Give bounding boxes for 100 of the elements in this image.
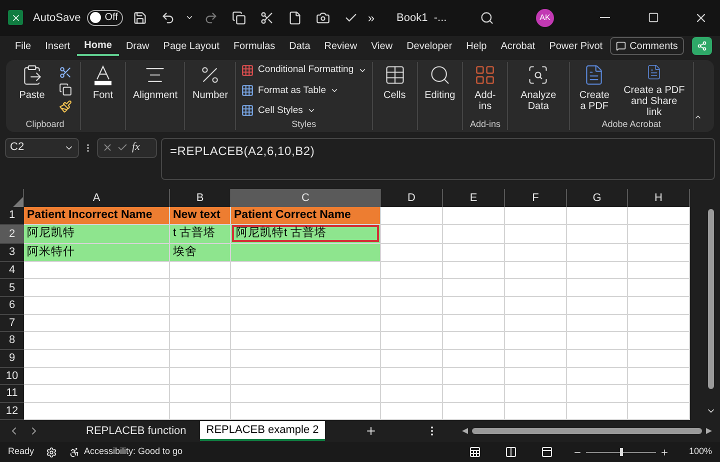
share-button[interactable] bbox=[692, 37, 712, 56]
menu-tab[interactable]: File bbox=[8, 36, 38, 56]
file-icon bbox=[288, 10, 302, 25]
table-format-icon bbox=[241, 64, 254, 77]
menu-tab[interactable]: Help bbox=[459, 36, 494, 56]
row-header[interactable]: 10 bbox=[0, 368, 24, 386]
ribbon-group-label: Add-ins bbox=[468, 118, 502, 130]
camera-icon bbox=[316, 10, 330, 25]
magnifier-icon bbox=[428, 64, 451, 86]
menu-tab[interactable]: Home bbox=[77, 36, 119, 56]
menu-tab[interactable]: Developer bbox=[400, 36, 460, 56]
menu-tab[interactable]: Insert bbox=[38, 36, 78, 56]
ribbon-button[interactable]: Paste bbox=[15, 62, 49, 118]
zoom-in-icon[interactable] bbox=[660, 448, 669, 457]
ribbon-button[interactable]: Conditional Formatting bbox=[241, 63, 367, 78]
macro-settings-icon[interactable] bbox=[46, 446, 58, 458]
table-cell: 阿尼凯特 bbox=[24, 225, 170, 244]
row-header[interactable]: 1 bbox=[0, 207, 24, 226]
ribbon-button[interactable]: Alignment bbox=[131, 62, 180, 118]
menu-tab[interactable]: Acrobat bbox=[494, 36, 542, 56]
app-logo-icon bbox=[8, 10, 23, 26]
table-cell: Patient Incorrect Name bbox=[24, 207, 170, 226]
menu-tab[interactable]: Power Pivot bbox=[542, 36, 610, 56]
selected-cell[interactable]: 阿尼凯特t 古普塔 bbox=[232, 225, 379, 242]
ribbon-button[interactable]: Cells bbox=[378, 62, 412, 118]
table-format-icon bbox=[241, 84, 254, 98]
cancel-icon[interactable] bbox=[102, 142, 113, 154]
paste-icon bbox=[21, 64, 43, 86]
scissors-icon bbox=[260, 10, 274, 25]
normal-view-icon[interactable] bbox=[468, 446, 481, 458]
zoom-reading: 100% bbox=[688, 445, 712, 458]
ribbon-group-label: Adobe Acrobat bbox=[600, 118, 662, 130]
column-header[interactable]: C bbox=[231, 189, 381, 208]
autosave-label: AutoSave bbox=[33, 10, 81, 26]
table-cell: 埃舍 bbox=[170, 244, 231, 262]
row-header[interactable]: 7 bbox=[0, 314, 24, 332]
ribbon-button[interactable]: Format as Table bbox=[241, 84, 367, 98]
overflow-button[interactable]: » bbox=[368, 8, 375, 27]
comment-icon bbox=[616, 41, 626, 52]
menu-tab[interactable]: Draw bbox=[118, 36, 156, 56]
copy-icon bbox=[232, 10, 246, 25]
chart-magnifier-icon bbox=[527, 64, 550, 86]
autosave-toggle[interactable]: Off bbox=[86, 10, 123, 26]
row-header[interactable]: 8 bbox=[0, 332, 24, 350]
formula-field[interactable]: =REPLACEB(A2,6,10,B2) bbox=[161, 138, 715, 180]
page-layout-icon[interactable] bbox=[504, 446, 517, 458]
status-text: Ready bbox=[8, 445, 34, 458]
copy-icon bbox=[58, 83, 72, 96]
search-icon bbox=[480, 10, 494, 25]
maximize-icon bbox=[648, 12, 658, 24]
window-title: Book1 -... bbox=[396, 10, 447, 26]
menu-tab[interactable]: View bbox=[364, 36, 400, 56]
page-break-icon[interactable] bbox=[540, 446, 553, 458]
minimize-icon bbox=[600, 17, 610, 18]
table-cell: 阿米特什 bbox=[24, 244, 170, 262]
comments-button[interactable]: Comments bbox=[610, 37, 684, 56]
ribbon-button[interactable]: Number bbox=[190, 62, 230, 118]
name-box[interactable]: C2 bbox=[5, 138, 79, 158]
table-cell: Patient Correct Name bbox=[231, 207, 381, 226]
menu-tab[interactable]: Review bbox=[317, 36, 364, 56]
ribbon-button[interactable]: Create a PDF bbox=[574, 62, 614, 118]
ribbon-button[interactable]: Create a PDF and Share link bbox=[620, 62, 688, 118]
ribbon-button[interactable]: Add-ins bbox=[468, 62, 502, 118]
ribbon-button[interactable]: Editing bbox=[422, 62, 458, 118]
table-cell: New text bbox=[170, 207, 231, 226]
scroll-right-icon[interactable] bbox=[706, 428, 712, 434]
sheet-tab[interactable]: REPLACEB function bbox=[80, 421, 192, 442]
menu-tab[interactable]: Page Layout bbox=[156, 36, 226, 56]
accessibility-status[interactable]: Accessibility: Good to go bbox=[69, 445, 183, 459]
ribbon-button[interactable]: Analyze Data bbox=[513, 62, 564, 118]
redo-icon bbox=[204, 10, 218, 25]
table-format-icon bbox=[241, 104, 254, 118]
table-cell: t 古普塔 bbox=[170, 225, 231, 244]
function-button[interactable]: fx bbox=[132, 139, 140, 156]
scroll-left-icon[interactable] bbox=[462, 428, 468, 434]
ribbon-button[interactable]: Font bbox=[86, 62, 120, 118]
grid-squares-icon bbox=[474, 64, 496, 86]
ribbon-group-label: Styles bbox=[290, 118, 318, 130]
ribbon-group-label: Clipboard bbox=[24, 118, 66, 130]
add-sheet-icon[interactable] bbox=[364, 425, 377, 438]
zoom-thumb[interactable] bbox=[620, 448, 623, 456]
row-header[interactable]: 2 bbox=[0, 225, 24, 244]
row-header[interactable]: 11 bbox=[0, 385, 24, 403]
user-avatar[interactable]: AK bbox=[536, 8, 554, 27]
scissors-icon bbox=[58, 66, 72, 80]
font-letter-icon bbox=[92, 64, 114, 86]
sheet-tab[interactable]: REPLACEB example 2 bbox=[200, 421, 325, 442]
row-header[interactable]: 6 bbox=[0, 297, 24, 315]
row-header[interactable]: 3 bbox=[0, 244, 24, 262]
paintbrush-icon bbox=[58, 100, 72, 114]
accessibility-icon bbox=[69, 446, 80, 458]
zoom-slider[interactable] bbox=[586, 448, 656, 456]
menu-tab[interactable]: Data bbox=[282, 36, 318, 56]
share-icon bbox=[696, 41, 707, 52]
save-icon bbox=[132, 10, 147, 25]
table-icon bbox=[384, 64, 406, 86]
select-all-triangle-icon[interactable] bbox=[13, 197, 23, 208]
menu-tab[interactable]: Formulas bbox=[226, 36, 282, 56]
ribbon-button[interactable]: Cell Styles bbox=[241, 104, 367, 118]
undo-icon bbox=[160, 10, 175, 25]
